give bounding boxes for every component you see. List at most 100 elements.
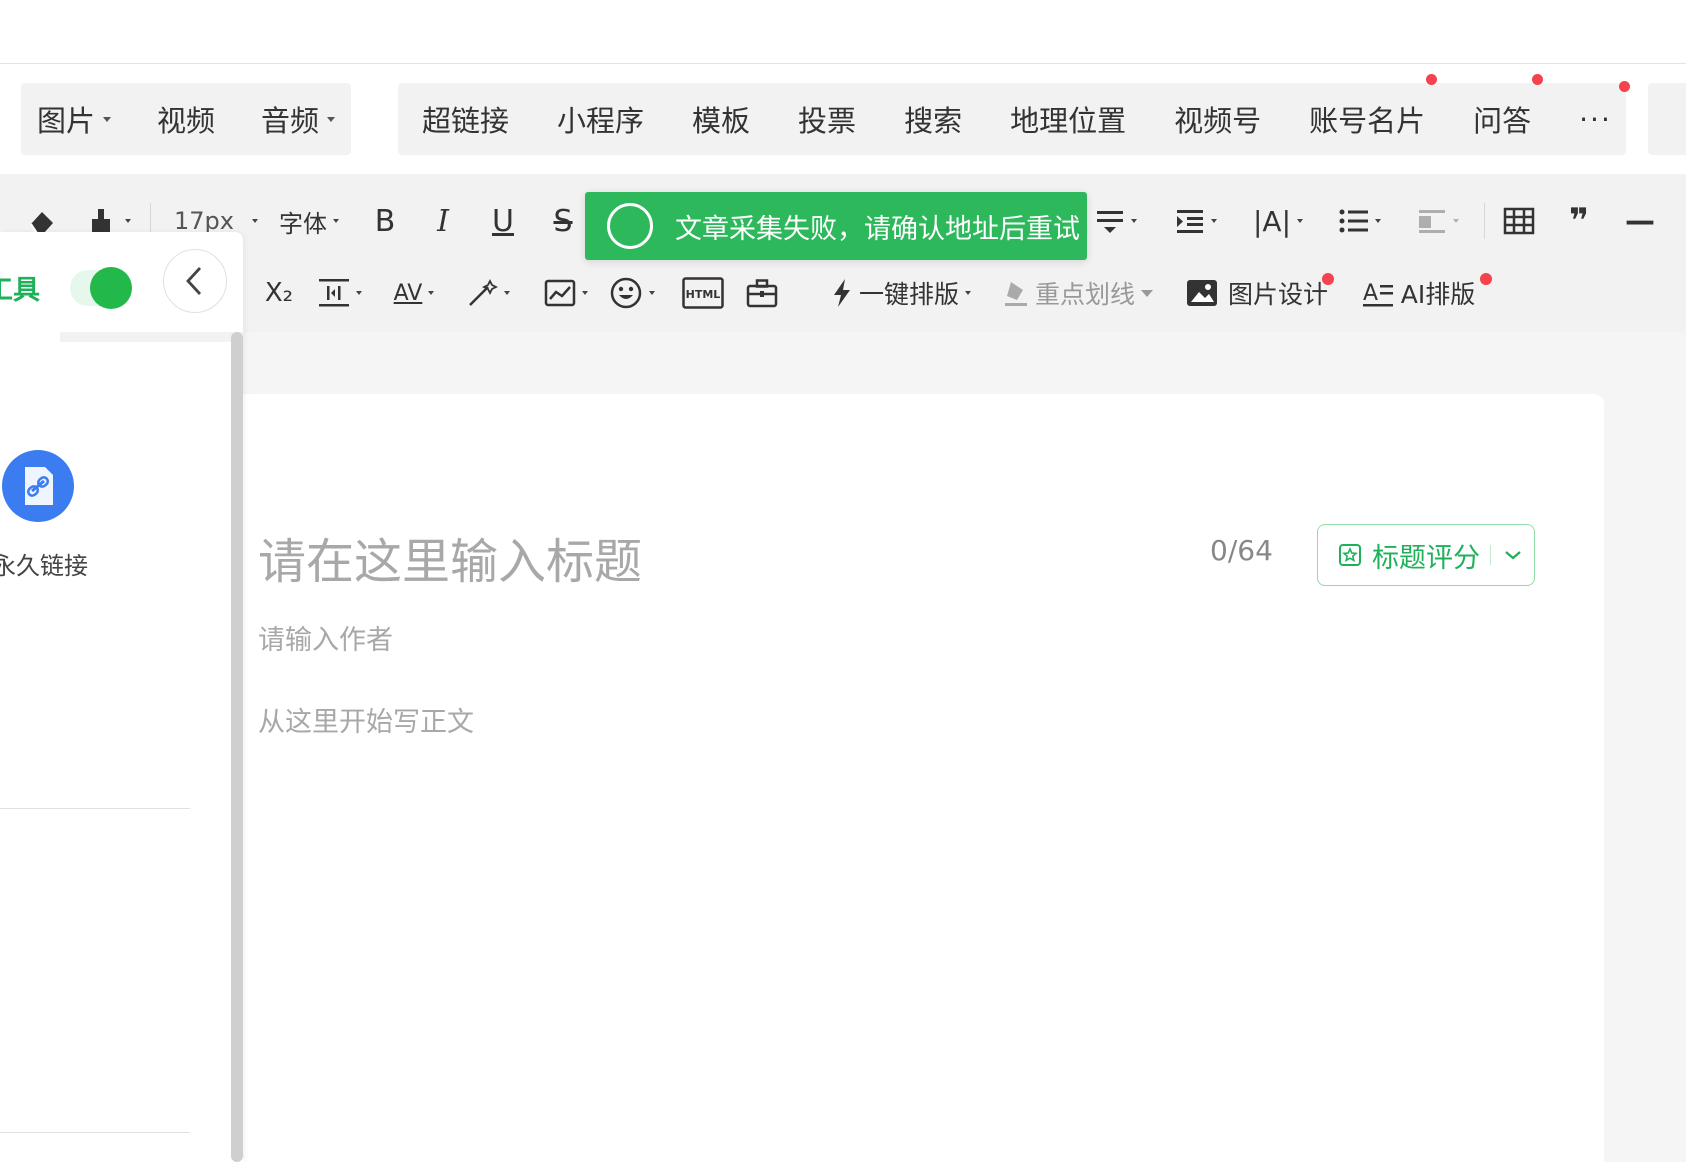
align-icon[interactable] <box>1088 201 1144 241</box>
new-badge <box>1480 273 1492 285</box>
strikethrough-button[interactable]: S <box>546 201 580 241</box>
panel-scrollbar[interactable] <box>231 332 243 1162</box>
italic-icon: I <box>437 203 449 239</box>
insert-vote-label: 投票 <box>798 104 857 138</box>
lightning-icon <box>833 279 850 307</box>
highlighter-icon <box>1004 282 1027 306</box>
insert-location-button[interactable]: 地理位置 <box>1010 98 1126 140</box>
insert-miniprogram-button[interactable]: 小程序 <box>557 98 644 140</box>
toggle-knob <box>90 267 132 309</box>
insert-search-label: 搜索 <box>904 104 963 138</box>
italic-button[interactable]: I <box>426 201 460 241</box>
strikethrough-icon: S <box>553 203 573 239</box>
toolbar-separator <box>1484 203 1485 239</box>
one-click-layout-button[interactable]: 一键排版 <box>826 273 976 313</box>
insert-location-label: 地理位置 <box>1010 104 1127 138</box>
title-input[interactable]: 请在这里输入标题 <box>258 522 642 592</box>
error-toast: 文章采集失败，请确认地址后重试 <box>585 192 1087 260</box>
horizontal-rule-icon[interactable]: — <box>1620 201 1660 241</box>
more-icon: ··· <box>1579 102 1612 136</box>
insert-media-group: 图片 视频 音频 <box>21 83 351 155</box>
bullet-list-icon[interactable] <box>1330 201 1390 241</box>
insert-video-button[interactable]: 视频 <box>157 98 215 140</box>
insert-hyperlink-button[interactable]: 超链接 <box>422 98 509 140</box>
letter-spacing-button[interactable]: AV <box>386 273 442 313</box>
highlight-underline-button[interactable]: 重点划线 <box>998 273 1158 313</box>
score-icon <box>1339 544 1361 566</box>
ai-layout-button[interactable]: A AI排版 <box>1354 273 1492 313</box>
table-icon[interactable] <box>1500 201 1538 241</box>
author-input[interactable]: 请输入作者 <box>258 618 393 657</box>
float-align-icon[interactable] <box>1408 201 1468 241</box>
letter-spacing-icon: AV <box>393 280 423 306</box>
font-family-label: 字体 <box>279 209 327 238</box>
ai-layout-icon: A <box>1362 281 1393 307</box>
highlight-underline-label: 重点划线 <box>1034 280 1135 309</box>
chevron-down-icon <box>1505 551 1521 560</box>
underline-icon: U <box>492 203 514 239</box>
panel-divider <box>0 1132 190 1133</box>
chevron-down-icon <box>103 116 112 122</box>
editor-card: 请在这里输入标题 0/64 标题评分 请输入作者 从这里开始写正文 <box>232 394 1604 1162</box>
insert-miniprogram-label: 小程序 <box>557 104 645 138</box>
panel-toggle-switch[interactable] <box>70 267 132 309</box>
panel-tab-divider <box>60 332 243 342</box>
insert-extra-group <box>1648 83 1686 155</box>
toast-message: 文章采集失败，请确认地址后重试 <box>675 213 1080 245</box>
insert-hyperlink-label: 超链接 <box>422 104 510 138</box>
image-design-button[interactable]: 图片设计 <box>1182 273 1334 313</box>
one-click-layout-label: 一键排版 <box>858 280 959 309</box>
insert-channels-button[interactable]: 视频号 <box>1174 98 1261 140</box>
insert-search-button[interactable]: 搜索 <box>904 98 962 140</box>
insert-components-group: 超链接 小程序 模板 投票 搜索 地理位置 视频号 账号名片 问答 ··· <box>398 74 1630 155</box>
indent-icon[interactable] <box>1166 201 1226 241</box>
font-family-select[interactable]: 字体 <box>274 201 344 241</box>
body-editor[interactable]: 从这里开始写正文 <box>258 700 474 739</box>
new-badge <box>1426 74 1438 85</box>
magic-wand-icon[interactable] <box>460 273 516 313</box>
html-icon[interactable]: HTML <box>680 273 726 313</box>
more-insert-button[interactable]: ··· <box>1579 80 1630 136</box>
quote-icon[interactable]: ❞ <box>1560 201 1598 241</box>
insert-video-label: 视频 <box>157 104 216 138</box>
svg-text:HTML: HTML <box>686 288 721 301</box>
line-height-icon[interactable]: |A| <box>1248 201 1308 241</box>
title-score-button[interactable]: 标题评分 <box>1317 524 1535 586</box>
emoji-icon[interactable] <box>604 273 660 313</box>
insert-qa-label: 问答 <box>1473 104 1532 138</box>
paragraph-spacing-icon[interactable] <box>312 273 368 313</box>
insert-audio-label: 音频 <box>261 104 320 138</box>
insert-image-button[interactable]: 图片 <box>37 98 112 140</box>
ai-layout-label: AI排版 <box>1400 280 1476 309</box>
image-icon <box>1186 280 1217 306</box>
permanent-link-icon <box>2 450 74 522</box>
collapse-panel-button[interactable] <box>163 249 227 313</box>
chevron-down-icon <box>327 116 336 122</box>
insert-template-label: 模板 <box>692 104 751 138</box>
insert-account-card-label: 账号名片 <box>1309 104 1426 138</box>
image-design-label: 图片设计 <box>1227 280 1328 309</box>
chevron-left-icon <box>186 267 202 295</box>
svg-text:A: A <box>1363 281 1378 306</box>
insert-toolbar: 图片 视频 音频 超链接 小程序 模板 投票 搜索 地理位置 视频号 账号名片 … <box>0 64 1686 174</box>
insert-vote-button[interactable]: 投票 <box>798 98 856 140</box>
hr-glyph: — <box>1625 203 1655 239</box>
panel-header: 工具 <box>0 232 243 332</box>
insert-qa-button[interactable]: 问答 <box>1473 74 1544 140</box>
insert-audio-button[interactable]: 音频 <box>261 98 336 140</box>
permanent-link-tool[interactable]: 永久链接 <box>0 450 120 590</box>
panel-title: 工具 <box>0 275 40 306</box>
insert-template-button[interactable]: 模板 <box>692 98 750 140</box>
bold-button[interactable]: B <box>368 201 402 241</box>
underline-button[interactable]: U <box>486 201 520 241</box>
chart-icon[interactable] <box>538 273 594 313</box>
new-badge <box>1532 74 1544 85</box>
insert-channels-label: 视频号 <box>1174 104 1262 138</box>
insert-account-card-button[interactable]: 账号名片 <box>1309 74 1438 140</box>
bold-icon: B <box>374 203 396 239</box>
subscript-button[interactable]: X₂ <box>262 273 296 313</box>
tool-side-panel: 工具 永久链接 <box>0 232 243 1162</box>
toolbox-icon[interactable] <box>742 273 782 313</box>
subscript-icon: X₂ <box>264 278 294 308</box>
top-bar <box>0 0 1686 64</box>
